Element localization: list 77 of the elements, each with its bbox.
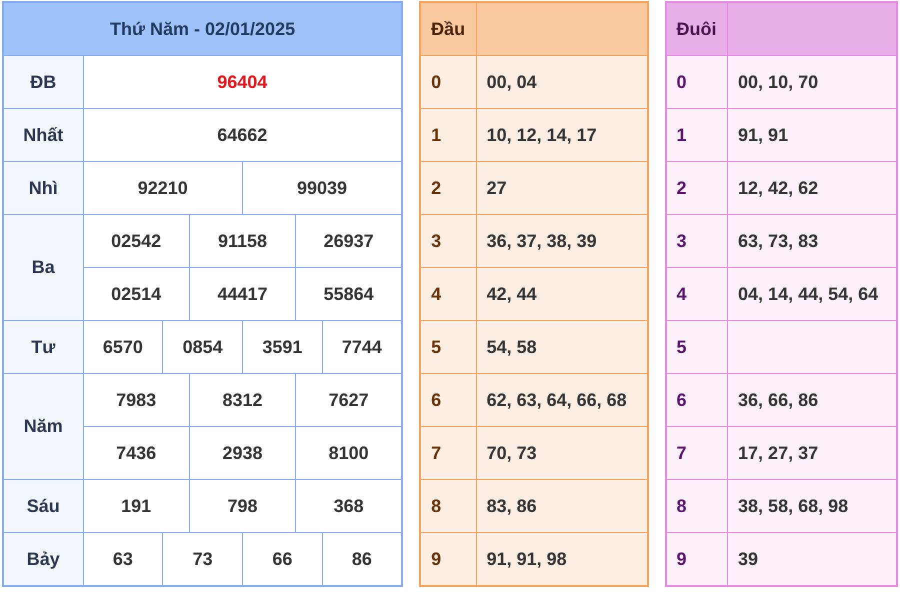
numbers-cell: 83, 86 [476,480,648,532]
digit-cell: 3 [420,214,476,268]
prize-number: 92210 [83,162,242,214]
digit-cell: 4 [420,268,476,320]
numbers-cell: 91, 91 [728,108,897,162]
digit-cell: 4 [666,268,728,320]
digit-cell: 6 [420,374,476,426]
prize-label: Nhất [3,108,83,162]
numbers-cell: 17, 27, 37 [728,426,897,480]
prize-number: 63 [83,532,163,586]
prize-number: 66 [242,532,322,586]
prize-number: 7436 [83,426,190,480]
digit-cell: 8 [666,480,728,532]
numbers-cell: 39 [728,532,897,586]
prize-number: 55864 [296,268,402,320]
prize-number: 8312 [189,374,296,426]
digit-cell: 1 [420,108,476,162]
numbers-cell: 36, 37, 38, 39 [476,214,648,268]
numbers-cell: 36, 66, 86 [728,374,897,426]
digit-cell: 2 [420,162,476,214]
digit-cell: 5 [420,320,476,374]
prize-label: Ba [3,214,83,320]
numbers-cell: 62, 63, 64, 66, 68 [476,374,648,426]
prize-number: 798 [189,480,296,532]
prize-number: 99039 [242,162,402,214]
date-header: Thứ Năm - 02/01/2025 [3,2,402,56]
digit-cell: 6 [666,374,728,426]
prize-number: 0854 [162,320,242,374]
prize-label: Tư [3,320,83,374]
prize-number: 73 [162,532,242,586]
prize-number: 02542 [83,214,190,268]
numbers-cell: 00, 10, 70 [728,56,897,108]
digit-cell: 9 [666,532,728,586]
numbers-cell: 91, 91, 98 [476,532,648,586]
digit-cell: 7 [420,426,476,480]
prize-number: 96404 [83,56,402,108]
digit-cell: 0 [666,56,728,108]
numbers-cell: 04, 14, 44, 54, 64 [728,268,897,320]
prize-number: 8100 [296,426,402,480]
prize-label: Năm [3,374,83,480]
digit-cell: 3 [666,214,728,268]
prize-label: Sáu [3,480,83,532]
numbers-cell: 10, 12, 14, 17 [476,108,648,162]
prize-number: 64662 [83,108,402,162]
digit-cell: 0 [420,56,476,108]
digit-cell: 5 [666,320,728,374]
prize-number: 6570 [83,320,163,374]
prize-number: 368 [296,480,402,532]
prize-number: 7744 [322,320,402,374]
prize-number: 7983 [83,374,190,426]
numbers-cell: 38, 58, 68, 98 [728,480,897,532]
prize-number: 26937 [296,214,402,268]
digit-cell: 7 [666,426,728,480]
digit-cell: 8 [420,480,476,532]
numbers-cell: 70, 73 [476,426,648,480]
numbers-cell: 42, 44 [476,268,648,320]
numbers-cell: 63, 73, 83 [728,214,897,268]
prize-number: 02514 [83,268,190,320]
prize-number: 2938 [189,426,296,480]
prize-label: Nhì [3,162,83,214]
numbers-cell: 12, 42, 62 [728,162,897,214]
numbers-cell: 00, 04 [476,56,648,108]
prize-label: Bảy [3,532,83,586]
prize-number: 3591 [242,320,322,374]
column-header: Đầu [420,2,476,56]
column-header: Đuôi [666,2,728,56]
prize-number: 191 [83,480,190,532]
prize-number: 44417 [189,268,296,320]
digit-cell: 9 [420,532,476,586]
prize-number: 91158 [189,214,296,268]
digit-cell: 2 [666,162,728,214]
digit-cell: 1 [666,108,728,162]
prize-label: ĐB [3,56,83,108]
numbers-cell: 27 [476,162,648,214]
numbers-cell: 54, 58 [476,320,648,374]
prize-number: 86 [322,532,402,586]
prize-number: 7627 [296,374,402,426]
